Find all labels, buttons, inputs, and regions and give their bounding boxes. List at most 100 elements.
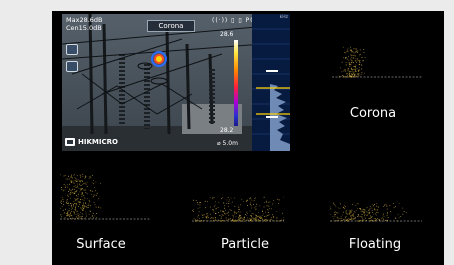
prpd-point (195, 200, 197, 202)
prpd-point (364, 215, 365, 217)
prpd-point (350, 54, 352, 56)
prpd-point (333, 214, 335, 216)
prpd-point (256, 203, 257, 205)
prpd-point (355, 51, 357, 53)
prpd-point (233, 220, 235, 222)
prpd-point (238, 207, 240, 209)
prpd-point (250, 218, 252, 220)
prpd-point (348, 74, 350, 76)
prpd-point (74, 213, 76, 215)
prpd-point (361, 210, 363, 212)
prpd-point (356, 62, 358, 63)
prpd-point (206, 213, 208, 215)
prpd-point (66, 186, 68, 188)
prpd-point (374, 208, 376, 210)
prpd-point (84, 217, 86, 219)
prpd-point (239, 214, 241, 216)
prpd-point (366, 207, 368, 209)
prpd-point (244, 213, 246, 215)
prpd-point (70, 190, 72, 192)
prpd-point (76, 190, 78, 192)
prpd-point (238, 216, 239, 218)
prpd-point (359, 62, 361, 64)
prpd-point (351, 51, 353, 53)
prpd-point (353, 52, 355, 54)
prpd-point (91, 193, 93, 195)
prpd-point (238, 208, 240, 210)
prpd-point (85, 189, 87, 191)
prpd-point (68, 178, 70, 180)
prpd-point (360, 209, 362, 211)
prpd-point (344, 204, 345, 206)
prpd-point (351, 49, 353, 51)
prpd-point (206, 201, 208, 203)
prpd-point (80, 211, 81, 213)
prpd-point (246, 214, 248, 216)
prpd-point (355, 48, 357, 50)
prpd-point (231, 219, 233, 221)
prpd-point (351, 76, 353, 78)
prpd-point (259, 218, 261, 220)
prpd-point (342, 75, 344, 76)
prpd-point (354, 54, 356, 56)
prpd-point (381, 220, 383, 222)
prpd-point (382, 214, 384, 216)
prpd-point (73, 174, 75, 176)
prpd-point (274, 220, 276, 222)
prpd-point (255, 206, 257, 207)
prpd-point (193, 217, 195, 219)
prpd-point (230, 218, 231, 220)
prpd-point (68, 214, 70, 216)
prpd-point (354, 76, 356, 78)
prpd-point (212, 196, 214, 198)
prpd-point (85, 215, 87, 217)
prpd-point (385, 220, 387, 221)
prpd-point (350, 220, 352, 222)
prpd-point (225, 217, 227, 219)
prpd-point (80, 218, 82, 220)
prpd-point (349, 64, 351, 66)
prpd-point (371, 210, 373, 212)
prpd-point (368, 218, 370, 219)
prpd-point (369, 208, 371, 210)
prpd-point (75, 204, 77, 206)
prpd-point (364, 72, 366, 74)
prpd-point (349, 211, 351, 213)
prpd-point (241, 220, 242, 222)
level-button[interactable] (66, 61, 78, 72)
prpd-point (194, 220, 196, 222)
prpd-point (257, 219, 259, 221)
prpd-point (350, 215, 352, 217)
prpd-point (355, 64, 357, 66)
prpd-point (82, 204, 84, 206)
prpd-point (252, 200, 254, 202)
gallery-button[interactable] (66, 44, 78, 55)
prpd-point (357, 60, 359, 62)
prpd-point (364, 209, 366, 211)
prpd-point (350, 215, 352, 217)
prpd-point (382, 217, 384, 219)
prpd-point (346, 58, 348, 60)
prpd-point (224, 207, 226, 209)
prpd-point (64, 175, 66, 177)
prpd-point (91, 182, 93, 184)
prpd-point (389, 205, 391, 207)
prpd-point (376, 211, 377, 213)
prpd-point (86, 181, 88, 183)
prpd-point (67, 196, 69, 198)
prpd-point (357, 220, 359, 222)
prpd-point (81, 196, 83, 198)
prpd-point (345, 216, 347, 218)
prpd-point (246, 219, 248, 221)
prpd-point (367, 211, 369, 213)
prpd-point (260, 220, 262, 222)
prpd-point (221, 214, 223, 216)
prpd-point (85, 177, 86, 178)
prpd-point (345, 210, 347, 212)
prpd-point (234, 211, 236, 213)
prpd-point (378, 219, 380, 221)
prpd-point (200, 220, 202, 222)
prpd-point (375, 219, 376, 221)
prpd-point (265, 218, 267, 220)
prpd-point (360, 208, 361, 209)
